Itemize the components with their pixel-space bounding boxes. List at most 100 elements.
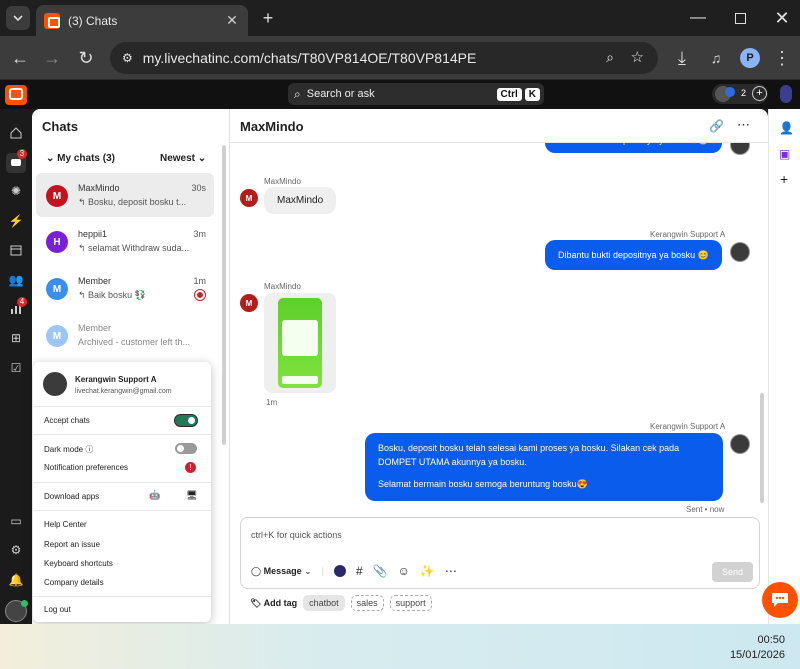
chat-widget-button[interactable]: [762, 582, 798, 618]
image-attachment[interactable]: [264, 293, 336, 393]
desktop-icon[interactable]: 🖥: [186, 490, 197, 501]
hashtag-icon[interactable]: #: [356, 564, 363, 578]
left-nav-rail: 3 ✺ ⚡ 👥 4 ⊞ ☑ ▭ ⚙ 🔔: [0, 109, 32, 624]
system-clock[interactable]: 00:50 15/01/2026: [730, 633, 785, 663]
divider: [33, 482, 211, 483]
customer-avatar: M: [240, 189, 258, 207]
tag-chip[interactable]: support: [389, 595, 432, 611]
keyboard-shortcuts-link[interactable]: Keyboard shortcuts: [44, 559, 113, 568]
chat-item-member[interactable]: M Member ↰ Baik bosku 💱 1m: [36, 266, 214, 310]
composer-input[interactable]: ctrl+K for quick actions: [251, 530, 342, 540]
agents-count: 2: [741, 88, 747, 98]
forward-icon[interactable]: →: [40, 46, 64, 70]
close-window-icon[interactable]: ✕: [770, 6, 794, 30]
automation-icon[interactable]: ⚡: [8, 213, 24, 229]
info-icon[interactable]: ⓘ: [85, 445, 93, 454]
engage-icon[interactable]: ✺: [8, 183, 24, 199]
chat-preview: ↰ Bosku, deposit bosku t...: [78, 197, 187, 207]
address-bar[interactable]: ⚙ my.livechatinc.com/chats/T80VP814OE/T8…: [110, 42, 658, 74]
accept-chats-toggle[interactable]: [175, 415, 197, 426]
emoji-icon[interactable]: ☺: [398, 564, 410, 578]
back-icon[interactable]: ←: [8, 46, 32, 70]
settings-gear-icon[interactable]: ⚙: [8, 542, 24, 558]
home-icon[interactable]: [8, 125, 24, 141]
my-chats-toggle[interactable]: ⌄ My chats (3): [46, 153, 115, 164]
message-bubble-agent: Bosku, deposit bosku telah selesai kami …: [365, 433, 723, 501]
send-button[interactable]: Send: [712, 562, 753, 582]
tab-title: (3) Chats: [68, 13, 118, 28]
profile-avatar[interactable]: P: [740, 48, 760, 68]
agent-avatar: [730, 143, 750, 155]
magic-wand-icon[interactable]: ✨: [420, 564, 435, 578]
company-details-link[interactable]: Company details: [44, 578, 104, 587]
bookmark-star-icon[interactable]: ☆: [631, 48, 644, 66]
kbd-k: K: [524, 87, 540, 101]
browser-menu-icon[interactable]: ⋮: [770, 46, 794, 70]
more-options-icon[interactable]: ⋯: [737, 117, 750, 133]
customer-avatar: M: [240, 294, 258, 312]
dark-mode-text: Dark mode: [44, 445, 84, 454]
team-icon[interactable]: 👥: [8, 272, 24, 288]
add-tag-button[interactable]: 🏷 Add tag: [250, 598, 297, 609]
agents-status[interactable]: 2 +: [712, 84, 768, 104]
new-tab-icon[interactable]: +: [256, 6, 280, 30]
chat-preview: ↰ selamat Withdraw suda...: [78, 243, 190, 253]
log-out-button[interactable]: Log out: [44, 605, 71, 614]
more-tools-icon[interactable]: ⋯: [445, 564, 457, 578]
customer-details-icon[interactable]: 👤: [779, 121, 794, 135]
media-control-icon[interactable]: ♫: [704, 46, 728, 70]
tasks-icon[interactable]: ☑: [8, 360, 24, 376]
app-extension-icon[interactable]: ▣: [779, 147, 790, 161]
download-icon[interactable]: ⤓: [670, 46, 694, 70]
add-agent-icon[interactable]: +: [752, 86, 767, 101]
browser-tab[interactable]: (3) Chats ✕: [36, 5, 248, 36]
maximize-window-icon[interactable]: [728, 6, 752, 30]
screenshot-thumbnail: [278, 298, 322, 388]
message-mode-dropdown[interactable]: ◯ Message ⌄: [251, 566, 312, 577]
attachment-icon[interactable]: 📎: [373, 564, 388, 578]
copy-link-icon[interactable]: 🔗: [709, 119, 724, 133]
reports-badge: 4: [17, 297, 27, 307]
chat-item-maxmindo[interactable]: M MaxMindo ↰ Bosku, deposit bosku t... 3…: [36, 173, 214, 217]
message-sender: Kerangwin Support A: [650, 422, 726, 431]
chats-list-scrollbar[interactable]: [222, 145, 226, 445]
message-status: Sent • now: [686, 505, 725, 513]
assistant-icon[interactable]: [780, 85, 792, 103]
profile-name: Kerangwin Support A: [75, 375, 157, 384]
livechat-logo-icon[interactable]: [5, 85, 27, 105]
chats-title: Chats: [42, 119, 79, 134]
os-taskbar: 00:50 15/01/2026: [0, 624, 800, 669]
reload-icon[interactable]: ↻: [74, 46, 98, 70]
ai-assist-icon[interactable]: [334, 565, 346, 577]
close-tab-icon[interactable]: ✕: [224, 12, 240, 29]
online-status-dot: [21, 600, 28, 607]
site-info-icon[interactable]: ⚙: [122, 51, 133, 65]
chat-item-heppii1[interactable]: H heppii1 ↰ selamat Withdraw suda... 3m: [36, 219, 214, 263]
billing-icon[interactable]: ▭: [8, 513, 24, 529]
tab-search-chevron-icon[interactable]: [6, 6, 30, 30]
message-composer[interactable]: ctrl+K for quick actions ◯ Message ⌄ | #…: [240, 517, 760, 589]
chat-time: 30s: [191, 183, 206, 193]
tag-chip[interactable]: sales: [350, 595, 384, 611]
notifications-bell-icon[interactable]: 🔔: [8, 572, 24, 588]
archives-icon[interactable]: [8, 242, 24, 258]
notification-preferences-item[interactable]: Notification preferences: [44, 463, 128, 472]
add-app-icon[interactable]: +: [780, 171, 788, 187]
zoom-icon[interactable]: ⌕: [606, 49, 614, 66]
browser-tab-bar: (3) Chats ✕ + — ✕: [0, 0, 800, 36]
apps-icon[interactable]: ⊞: [8, 330, 24, 346]
message-bubble-agent: Dibantu bukti depositnya ya bosku 😊: [545, 240, 722, 270]
messages-scrollbar[interactable]: [760, 393, 764, 503]
sort-dropdown[interactable]: Newest ⌄: [160, 153, 206, 164]
global-search[interactable]: ⌕ Search or ask Ctrl K: [288, 83, 544, 105]
report-issue-link[interactable]: Report an issue: [44, 540, 100, 549]
message-sender: MaxMindo: [264, 177, 301, 186]
message-line: Selamat bermain bosku semoga beruntung b…: [378, 479, 588, 489]
dark-mode-toggle[interactable]: [175, 443, 197, 454]
tag-chip[interactable]: chatbot: [303, 595, 345, 611]
chat-item-member-archived[interactable]: M Member Archived - customer left th...: [36, 313, 214, 357]
android-icon[interactable]: 🤖: [149, 490, 160, 501]
minimize-window-icon[interactable]: —: [686, 6, 710, 30]
agent-avatar-2: [725, 87, 735, 97]
help-center-link[interactable]: Help Center: [44, 520, 87, 529]
